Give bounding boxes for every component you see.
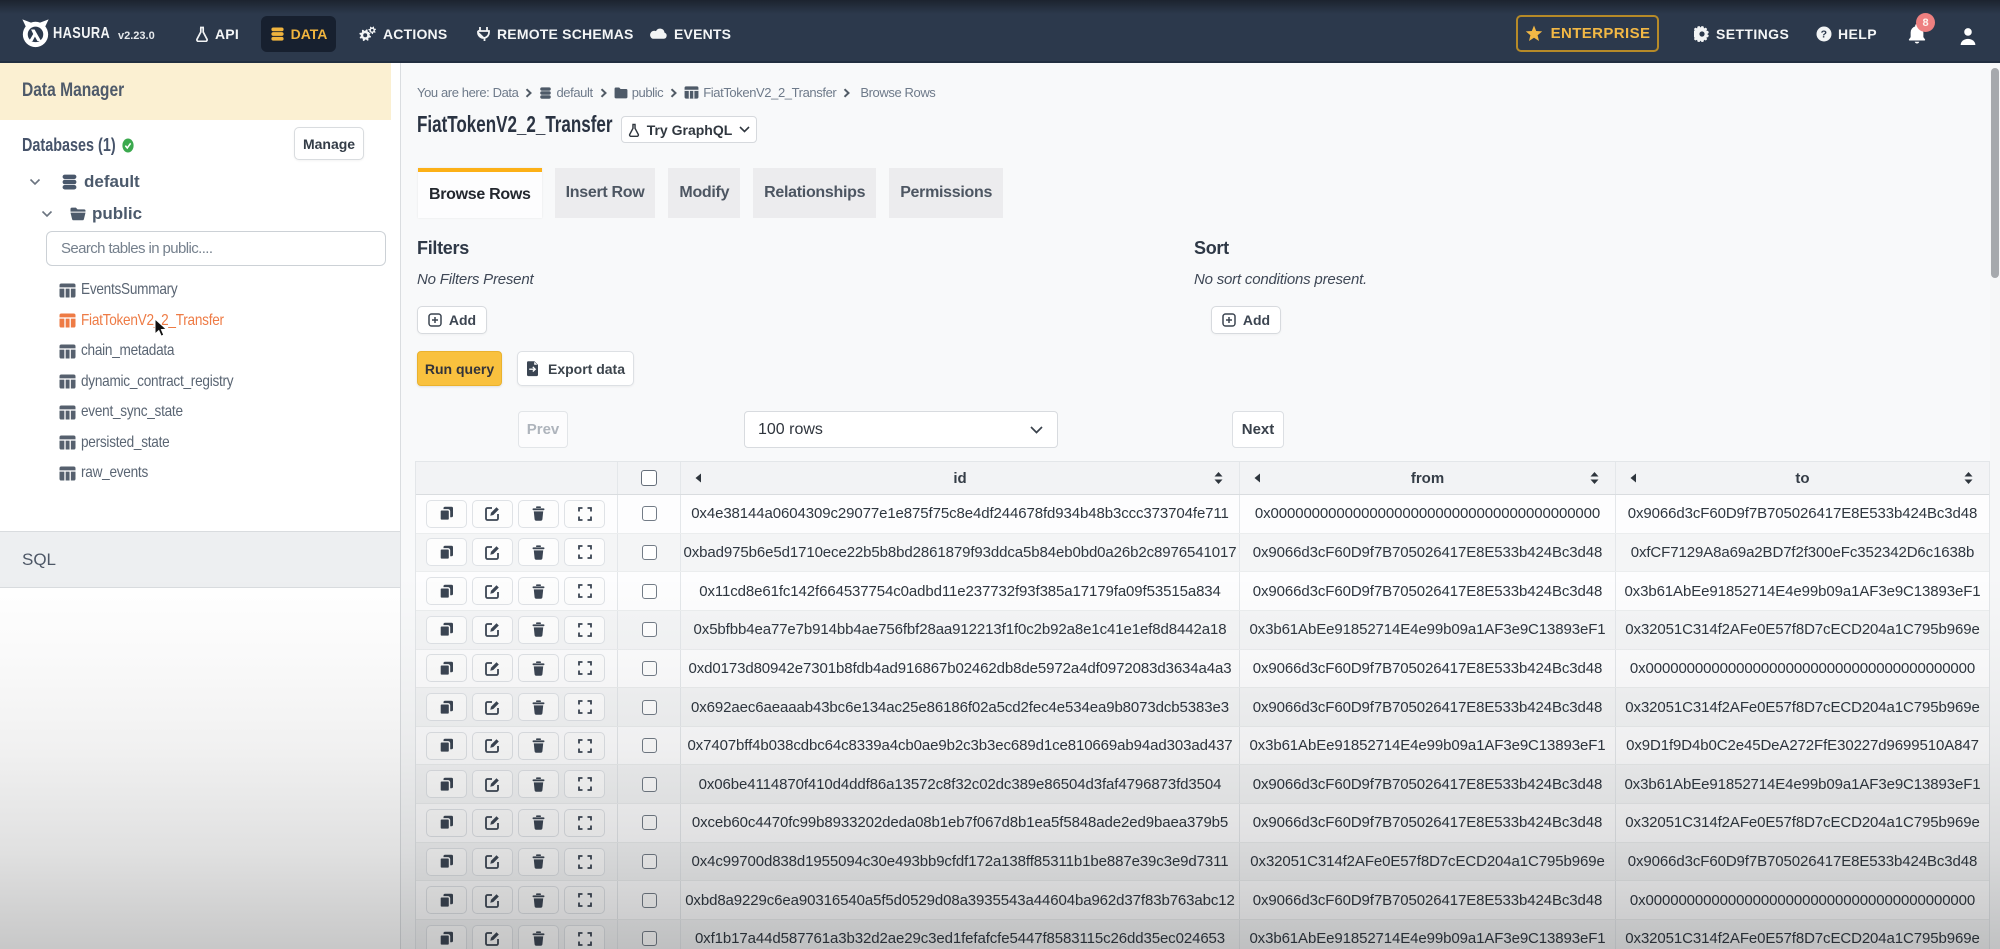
svg-text:?: ?: [1821, 29, 1828, 41]
